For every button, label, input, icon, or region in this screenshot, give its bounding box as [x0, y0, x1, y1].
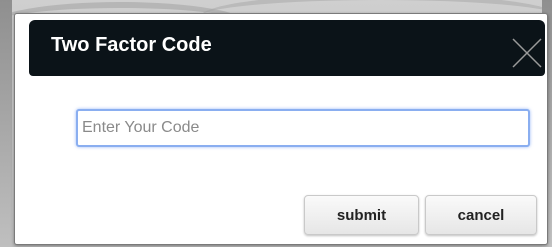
code-input[interactable]: [76, 109, 530, 147]
backdrop-edge: [0, 0, 12, 247]
cancel-button[interactable]: cancel: [425, 195, 537, 235]
close-icon[interactable]: [511, 37, 543, 69]
submit-button[interactable]: submit: [304, 195, 419, 235]
dialog-title: Two Factor Code: [51, 34, 212, 56]
two-factor-dialog: Two Factor Code submit cancel: [14, 13, 548, 245]
